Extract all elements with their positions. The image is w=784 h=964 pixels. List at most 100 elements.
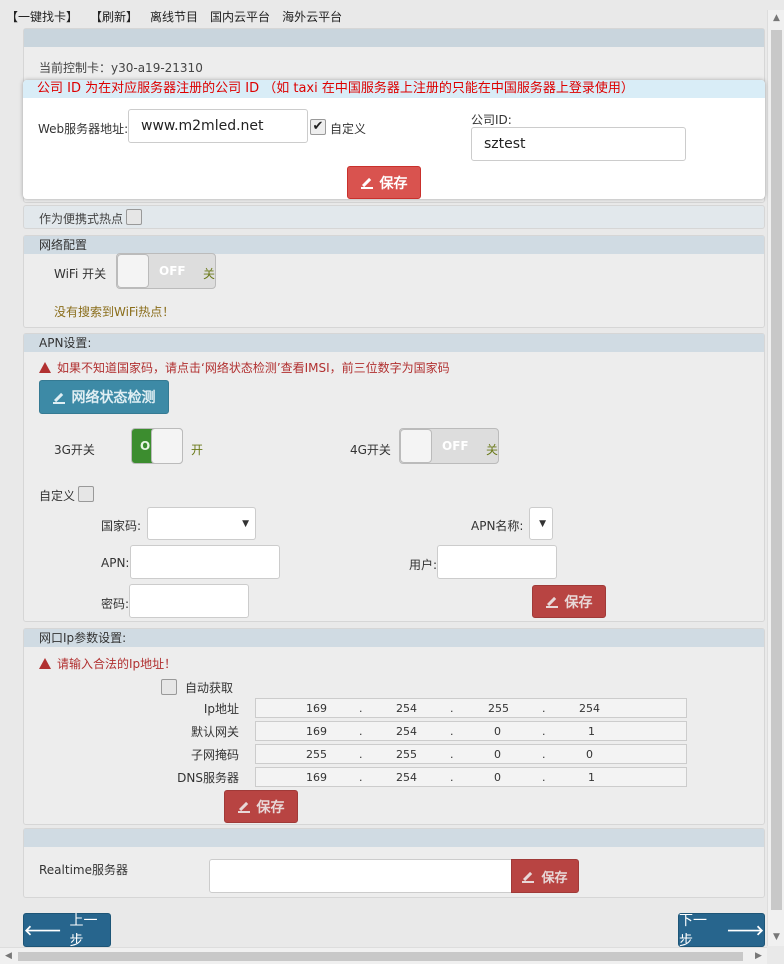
subnet-label: 子网掩码	[190, 748, 239, 762]
prev-step-button[interactable]: 🡐 上一步	[23, 913, 111, 949]
network-detect-button[interactable]: 网络状态检测	[39, 380, 169, 414]
ip-dot: .	[450, 747, 454, 761]
g4-label: 4G开关	[350, 443, 391, 457]
edit-icon	[522, 870, 535, 883]
company-id-modal: 公司 ID 为在对应服务器注册的公司 ID （如 taxi 在中国服务器上注册的…	[23, 80, 765, 199]
apn-save-label: 保存	[564, 594, 593, 611]
wifi-toggle[interactable]: OFF	[116, 253, 216, 289]
dns-field[interactable]: 169 . 254 . 0 . 1	[255, 767, 687, 787]
modal-save-button[interactable]: 保存	[347, 166, 421, 199]
network-detect-label: 网络状态检测	[71, 390, 156, 406]
edit-icon	[237, 800, 251, 813]
web-server-label: Web服务器地址:	[38, 122, 129, 136]
ip-dot: .	[542, 701, 546, 715]
apn-custom-label: 自定义	[39, 489, 76, 503]
apn-input[interactable]	[130, 545, 280, 579]
g3-label: 3G开关	[54, 443, 95, 457]
next-step-label: 下一步	[679, 913, 707, 949]
wifi-label: WiFi 开关	[54, 267, 107, 281]
ip-octet: 169	[306, 724, 327, 738]
password-input[interactable]	[129, 584, 249, 618]
ip-save-button[interactable]: 保存	[224, 790, 298, 823]
realtime-panel: Realtime服务器 保存	[23, 828, 765, 898]
apn-warning: 如果不知道国家码，请点击‘网络状态检测’查看IMSI，前三位数字为国家码	[39, 359, 450, 376]
realtime-save-button[interactable]: 保存	[511, 859, 579, 893]
refresh-link[interactable]: 【刷新】	[90, 8, 138, 28]
gateway-field[interactable]: 169 . 254 . 0 . 1	[255, 721, 687, 741]
arrow-left-icon: 🡐	[24, 922, 62, 939]
current-card-label: 当前控制卡：y30-a19-21310	[39, 61, 203, 75]
network-header: 网络配置	[24, 236, 764, 254]
hotspot-label: 作为便携式热点	[39, 212, 124, 226]
vertical-scrollbar[interactable]: ▲ ▼	[767, 10, 784, 946]
ip-dot: .	[542, 747, 546, 761]
apn-header: APN设置:	[24, 334, 764, 352]
edit-icon	[52, 391, 66, 404]
ip-octet: 169	[306, 770, 327, 784]
warning-icon	[39, 362, 51, 373]
edit-icon	[360, 176, 374, 189]
next-step-button[interactable]: 下一步 🡒	[678, 913, 765, 949]
hotspot-checkbox[interactable]	[126, 209, 142, 225]
offline-program-link[interactable]: 离线节目	[150, 8, 198, 28]
ip-save-label: 保存	[256, 799, 285, 816]
apn-custom-checkbox[interactable]	[78, 486, 94, 502]
top-nav: 【一键找卡】 【刷新】 离线节目 国内云平台 海外云平台	[0, 8, 348, 28]
scroll-left-icon[interactable]: ◀	[0, 948, 17, 964]
ip-octet: 255	[488, 701, 509, 715]
custom-checkbox[interactable]: ✔	[310, 119, 326, 135]
ip-config-header: 网口Ip参数设置:	[24, 629, 764, 647]
ip-address-label: Ip地址	[203, 702, 239, 716]
country-code-select[interactable]: ▼	[147, 507, 256, 540]
horizontal-scrollbar[interactable]: ◀ ▶	[0, 947, 767, 964]
scroll-up-icon[interactable]: ▲	[768, 10, 784, 27]
apn-save-button[interactable]: 保存	[532, 585, 606, 618]
custom-label: 自定义	[330, 122, 367, 136]
ip-dot: .	[359, 747, 363, 761]
g4-state: 关	[486, 443, 499, 457]
ip-dot: .	[542, 724, 546, 738]
panel-header	[24, 29, 764, 47]
gateway-label: 默认网关	[190, 725, 239, 739]
ip-octet: 255	[396, 747, 417, 761]
ip-octet: 254	[396, 724, 417, 738]
ip-dot: .	[450, 724, 454, 738]
user-label: 用户:	[409, 558, 438, 572]
ip-octet: 254	[396, 701, 417, 715]
user-input[interactable]	[437, 545, 557, 579]
find-card-link[interactable]: 【一键找卡】	[6, 8, 78, 28]
g3-toggle-knob	[151, 428, 183, 464]
country-code-label: 国家码:	[101, 519, 142, 533]
toggle-knob	[400, 429, 432, 463]
arrow-right-icon: 🡒	[726, 922, 764, 939]
g4-toggle[interactable]: OFF	[399, 428, 499, 464]
auto-obtain-checkbox[interactable]	[161, 679, 177, 695]
chevron-down-icon: ▼	[242, 518, 249, 529]
realtime-input[interactable]	[209, 859, 512, 893]
password-label: 密码:	[101, 597, 130, 611]
apn-label: APN:	[101, 556, 130, 570]
company-id-note: 公司 ID 为在对应服务器注册的公司 ID （如 taxi 在中国服务器上注册的…	[23, 80, 765, 98]
domestic-cloud-link[interactable]: 国内云平台	[210, 8, 270, 28]
no-hotspot-message: 没有搜索到WiFi热点！	[54, 305, 175, 319]
hotspot-panel: 作为便携式热点	[23, 205, 765, 229]
ip-address-field[interactable]: 169 . 254 . 255 . 254	[255, 698, 687, 718]
ip-octet: 169	[306, 701, 327, 715]
subnet-field[interactable]: 255 . 255 . 0 . 0	[255, 744, 687, 764]
apn-name-label: APN名称:	[471, 519, 524, 533]
ip-octet: 0	[494, 770, 501, 784]
overseas-cloud-link[interactable]: 海外云平台	[282, 8, 342, 28]
company-id-input[interactable]: sztest	[471, 127, 686, 161]
ip-dot: .	[359, 724, 363, 738]
scroll-thumb[interactable]	[18, 952, 743, 961]
ip-dot: .	[359, 770, 363, 784]
scroll-thumb[interactable]	[771, 30, 782, 910]
auto-obtain-label: 自动获取	[185, 681, 234, 695]
web-server-input[interactable]: www.m2mled.net	[128, 109, 308, 143]
scroll-down-icon[interactable]: ▼	[768, 929, 784, 946]
scroll-right-icon[interactable]: ▶	[750, 948, 767, 964]
warning-icon	[39, 658, 51, 669]
toggle-knob	[117, 254, 149, 288]
apn-name-select[interactable]: ▼	[529, 507, 553, 540]
ip-octet: 0	[494, 724, 501, 738]
